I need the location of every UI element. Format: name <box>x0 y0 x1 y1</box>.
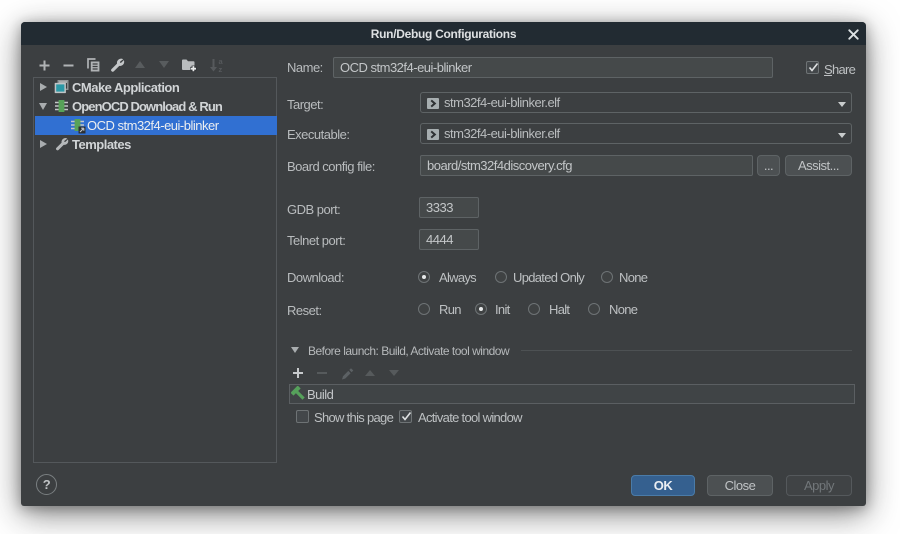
svg-text:z: z <box>219 65 223 73</box>
